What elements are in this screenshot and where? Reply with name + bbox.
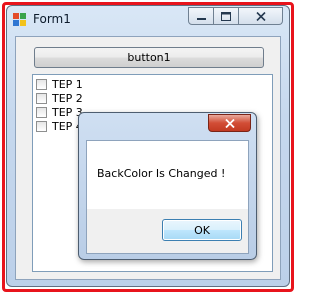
title-bar[interactable]: Form1 (7, 6, 289, 34)
maximize-icon (221, 11, 231, 21)
dialog-body: BackColor Is Changed ! OK (86, 140, 249, 254)
checkbox[interactable] (36, 78, 47, 90)
dialog-close-button[interactable] (208, 114, 251, 132)
checkbox[interactable] (36, 92, 47, 104)
button1[interactable]: button1 (34, 47, 264, 68)
checkbox[interactable] (36, 106, 47, 118)
dialog-message-area: BackColor Is Changed ! (87, 141, 248, 209)
list-item[interactable]: TEP 4 (36, 119, 83, 133)
list-item[interactable]: TEP 3 (36, 105, 83, 119)
list-item[interactable]: TEP 2 (36, 91, 83, 105)
list-item-label: TEP 1 (52, 77, 83, 91)
close-button[interactable] (239, 7, 283, 25)
minimize-button[interactable] (188, 7, 214, 25)
close-icon (255, 11, 266, 21)
list-item-label: TEP 2 (52, 91, 83, 105)
maximize-button[interactable] (214, 7, 239, 25)
message-box-dialog: BackColor Is Changed ! OK (78, 112, 257, 260)
checkbox[interactable] (36, 120, 47, 132)
minimize-icon (196, 17, 206, 20)
caption-buttons (188, 7, 283, 25)
window-title: Form1 (33, 12, 71, 26)
ok-button[interactable]: OK (162, 219, 242, 241)
app-icon (13, 13, 27, 27)
list-item[interactable]: TEP 1 (36, 77, 83, 91)
dialog-message: BackColor Is Changed ! (97, 167, 226, 180)
close-icon (224, 118, 235, 128)
